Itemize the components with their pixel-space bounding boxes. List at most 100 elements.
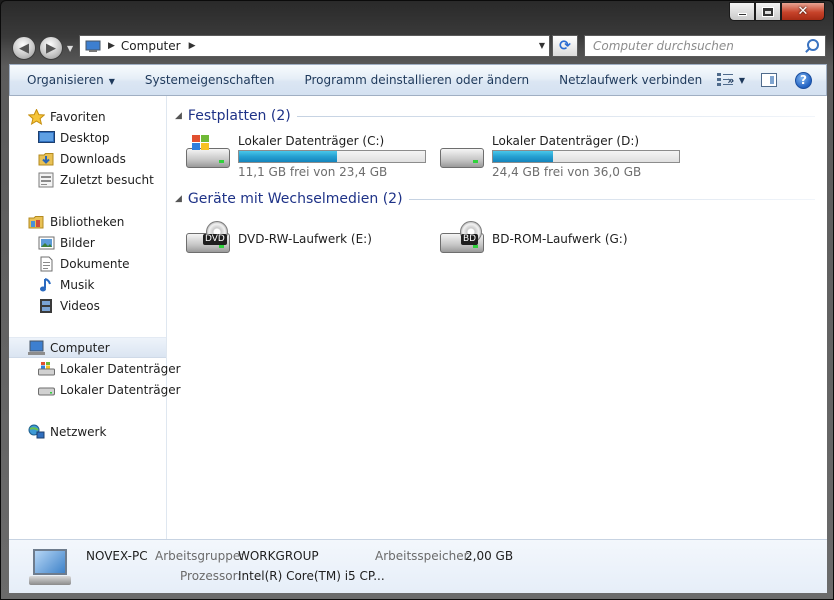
sidebar-item-pictures[interactable]: Bilder	[9, 232, 166, 253]
sidebar-item-computer[interactable]: Computer	[9, 337, 166, 358]
system-properties-button[interactable]: Systemeigenschaften	[130, 73, 290, 87]
computer-icon	[85, 40, 101, 52]
computer-icon	[27, 546, 73, 588]
drive-tile-d[interactable]: Lokaler Datenträger (D:) 24,4 GB frei vo…	[438, 132, 688, 179]
sidebar-item-network[interactable]: Netzwerk	[9, 421, 166, 442]
breadcrumb-separator-icon[interactable]: ▶	[108, 41, 115, 51]
sidebar-item-label: Bilder	[60, 235, 95, 250]
windows-logo-icon	[192, 135, 210, 151]
documents-icon	[38, 256, 56, 272]
breadcrumb-expand-icon[interactable]: ▶	[189, 41, 196, 51]
collapse-group-icon[interactable]: ◢	[175, 194, 182, 204]
sidebar-item-videos[interactable]: Videos	[9, 295, 166, 316]
content-pane: ◢ Festplatten (2) Lokaler Datenträger (C…	[167, 96, 827, 539]
drive-name: Lokaler Datenträger (C:)	[238, 134, 385, 148]
workgroup-value: WORKGROUP	[238, 549, 319, 563]
sidebar-item-label: Desktop	[60, 130, 110, 145]
capacity-bar	[492, 150, 680, 163]
memory-label: Arbeitsspeicher:	[375, 549, 473, 563]
toolbar-right: ▼ ?	[716, 65, 826, 95]
address-bar[interactable]: ▶ Computer ▶ ▼	[79, 35, 550, 57]
group-divider	[408, 198, 815, 200]
view-dropdown-icon[interactable]: ▼	[739, 76, 745, 85]
back-button[interactable]: ◀	[12, 36, 36, 60]
libraries-icon	[28, 214, 46, 230]
recent-pages-dropdown-icon[interactable]: ▼	[67, 44, 73, 53]
sidebar-item-favorites[interactable]: Favoriten	[9, 106, 166, 127]
drive-tile-g[interactable]: BD BD-ROM-Laufwerk (G:)	[438, 217, 688, 263]
close-icon: ✕	[797, 4, 809, 19]
help-icon[interactable]: ?	[795, 71, 812, 89]
close-button[interactable]: ✕	[781, 2, 825, 21]
sidebar-item-downloads[interactable]: Downloads	[9, 148, 166, 169]
memory-value: 2,00 GB	[465, 549, 514, 563]
search-icon[interactable]	[805, 39, 819, 53]
sidebar-item-label: Zuletzt besucht	[60, 172, 154, 187]
sidebar-item-label: Videos	[60, 298, 100, 313]
minimize-button[interactable]	[729, 2, 755, 21]
sidebar-item-desktop[interactable]: Desktop	[9, 127, 166, 148]
sidebar-item-label: Downloads	[60, 151, 126, 166]
preview-pane-icon[interactable]	[761, 73, 777, 87]
windows-drive-icon	[38, 361, 56, 377]
sidebar-item-label: Lokaler Datenträger	[60, 382, 181, 397]
organize-menu-button[interactable]: Organisieren ▼	[10, 73, 130, 87]
computer-name: NOVEX-PC	[86, 549, 148, 563]
group-header-hard-disks[interactable]: ◢ Festplatten (2)	[167, 106, 827, 126]
details-pane: NOVEX-PC Arbeitsgruppe: WORKGROUP Arbeit…	[9, 539, 827, 593]
drive-free-space: 11,1 GB frei von 23,4 GB	[238, 165, 388, 179]
maximize-button[interactable]	[755, 2, 781, 21]
search-placeholder: Computer durchsuchen	[593, 39, 734, 53]
map-network-drive-button[interactable]: Netzlaufwerk verbinden	[544, 73, 717, 87]
drive-tile-e[interactable]: DVD DVD-RW-Laufwerk (E:)	[184, 217, 434, 263]
address-history-dropdown-icon[interactable]: ▼	[539, 41, 545, 50]
refresh-icon: ⟳	[559, 38, 571, 54]
sidebar-item-documents[interactable]: Dokumente	[9, 253, 166, 274]
recent-places-icon	[38, 172, 56, 188]
caption-buttons: ✕	[729, 2, 825, 21]
collapse-group-icon[interactable]: ◢	[175, 111, 182, 121]
breadcrumb-computer[interactable]: Computer	[121, 39, 181, 53]
main-area: Favoriten Desktop Downloads Zuletzt besu…	[9, 96, 827, 539]
bd-drive-icon: BD	[438, 217, 486, 261]
hard-drive-icon	[38, 382, 56, 398]
forward-button[interactable]: ▶	[39, 36, 63, 60]
sidebar-item-local-disk-d[interactable]: Lokaler Datenträger	[9, 379, 181, 400]
network-icon	[28, 424, 46, 440]
chevron-down-icon: ▼	[108, 77, 115, 86]
processor-label: Prozessor:	[180, 569, 242, 583]
drive-name: DVD-RW-Laufwerk (E:)	[238, 232, 372, 246]
sidebar-item-label: Netzwerk	[50, 424, 107, 439]
sidebar-item-label: Lokaler Datenträger	[60, 361, 181, 376]
pictures-icon	[38, 235, 56, 251]
sidebar-item-music[interactable]: Musik	[9, 274, 166, 295]
command-bar: Organisieren ▼ Systemeigenschaften Progra…	[9, 64, 827, 96]
group-divider	[296, 115, 815, 117]
sidebar-item-label: Favoriten	[50, 109, 106, 124]
search-input[interactable]: Computer durchsuchen	[584, 35, 826, 57]
disc-label: BD	[461, 234, 479, 245]
explorer-window: ✕ ◀ ▶ ▼ ▶ Computer ▶ ▼ ⟳ Computer durchs…	[0, 0, 834, 600]
drive-tile-c[interactable]: Lokaler Datenträger (C:) 11,1 GB frei vo…	[184, 132, 434, 179]
sidebar-item-local-disk-c[interactable]: Lokaler Datenträger	[9, 358, 181, 379]
refresh-button[interactable]: ⟳	[552, 35, 578, 57]
group-header-removable[interactable]: ◢ Geräte mit Wechselmedien (2)	[167, 189, 827, 209]
drive-body	[186, 148, 230, 168]
sidebar-item-recent-places[interactable]: Zuletzt besucht	[9, 169, 166, 190]
uninstall-program-button[interactable]: Programm deinstallieren oder ändern	[289, 73, 544, 87]
star-icon	[27, 107, 46, 125]
group-title: Festplatten (2)	[187, 108, 291, 124]
videos-icon	[38, 298, 56, 314]
title-bar[interactable]: ✕	[1, 1, 833, 31]
drive-name: BD-ROM-Laufwerk (G:)	[492, 232, 628, 246]
forward-arrow-icon: ▶	[46, 40, 56, 56]
minimize-icon	[737, 13, 747, 16]
dvd-drive-icon: DVD	[184, 217, 232, 261]
change-view-icon[interactable]	[716, 73, 733, 87]
drive-name: Lokaler Datenträger (D:)	[492, 134, 640, 148]
capacity-fill	[239, 151, 337, 162]
sidebar-item-libraries[interactable]: Bibliotheken	[9, 211, 166, 232]
computer-icon	[28, 340, 46, 356]
